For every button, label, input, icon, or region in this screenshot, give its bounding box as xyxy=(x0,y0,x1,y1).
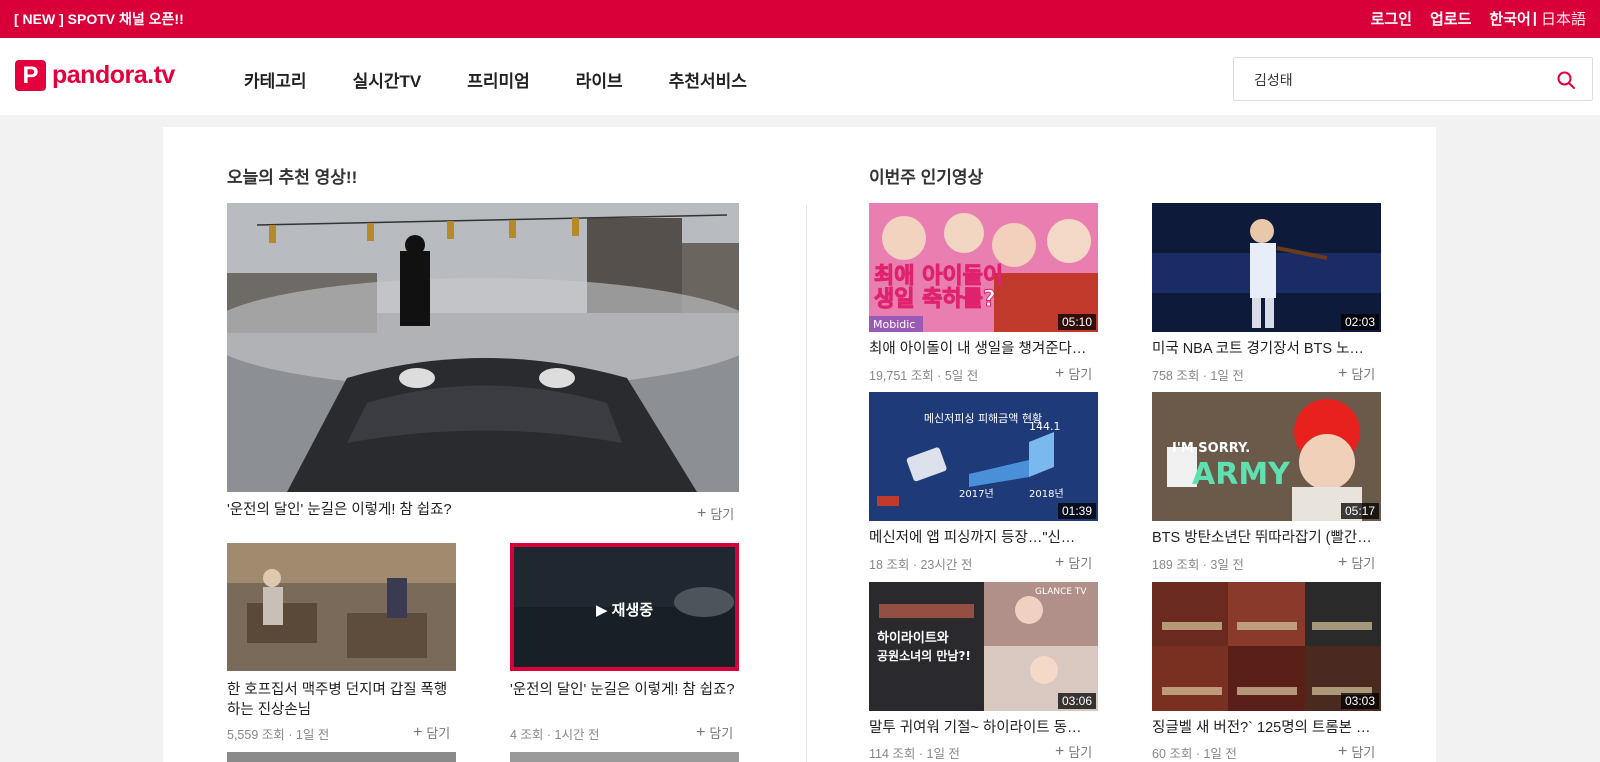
thumbnail-image xyxy=(1152,582,1381,711)
featured-title[interactable]: '운전의 달인' 눈길은 이렇게! 참 쉽죠? xyxy=(227,500,647,520)
thumbnail-caption: I'M SORRY. xyxy=(1172,441,1250,456)
featured-thumbnail[interactable] xyxy=(227,203,739,492)
save-button[interactable]: + 담기 xyxy=(1338,364,1375,383)
top-links: 로그인 업로드 한국어 | 日本語 xyxy=(1353,8,1586,29)
main-nav: 카테고리 실시간TV 프리미엄 라이브 추천서비스 xyxy=(244,67,793,92)
plus-icon: + xyxy=(1055,742,1065,760)
thumbnail-image xyxy=(1152,203,1381,332)
save-button[interactable]: + 담기 xyxy=(696,723,733,742)
plus-icon: + xyxy=(1338,742,1348,760)
search-input[interactable] xyxy=(1254,69,1544,91)
video-title[interactable]: 말투 귀여워 기절~ 하이라이트 동… xyxy=(869,718,1098,738)
nav-recommended-service[interactable]: 추천서비스 xyxy=(669,67,747,92)
video-meta: 758 조회 · 1일 전 xyxy=(1152,369,1244,383)
save-button[interactable]: + 담기 xyxy=(413,723,450,742)
thumbnail-caption: 하이라이트와 xyxy=(877,630,949,646)
video-meta: 18 조회 · 23시간 전 xyxy=(869,558,973,572)
thumbnail-brand: GLANCE TV xyxy=(1035,587,1087,597)
nav-category[interactable]: 카테고리 xyxy=(244,67,307,92)
recommended-title: 오늘의 추천 영상!! xyxy=(227,168,358,187)
plus-icon: + xyxy=(697,504,707,522)
thumbnail-caption: 생일 축하를? xyxy=(874,287,996,312)
search-box xyxy=(1233,57,1593,101)
save-button[interactable]: + 담기 xyxy=(1338,742,1375,761)
search-icon[interactable] xyxy=(1556,70,1576,90)
video-meta: 114 조회 · 1일 전 xyxy=(869,747,960,761)
video-meta: 60 조회 · 1일 전 xyxy=(1152,747,1237,761)
video-meta: 19,751 조회 · 5일 전 xyxy=(869,369,979,383)
plus-icon: + xyxy=(413,723,423,741)
nav-premium[interactable]: 프리미엄 xyxy=(467,67,530,92)
promo-link[interactable]: [ NEW ] SPOTV 채널 오픈!! xyxy=(14,9,184,29)
login-link[interactable]: 로그인 xyxy=(1371,8,1412,29)
video-thumbnail[interactable] xyxy=(227,752,456,762)
video-thumbnail[interactable]: 03:03 xyxy=(1152,582,1381,711)
thumbnail-image: GLANCE TV 하이라이트와 공원소녀의 만남?! xyxy=(869,582,1098,711)
featured-image xyxy=(227,203,739,492)
logo-icon: P xyxy=(15,60,46,91)
thumbnail-brand: Mobidic xyxy=(873,318,915,331)
nav-live[interactable]: 라이브 xyxy=(576,67,623,92)
popular-title: 이번주 인기영상 xyxy=(869,168,984,187)
video-thumbnail[interactable] xyxy=(510,752,739,762)
video-title[interactable]: 한 호프집서 맥주병 던지며 갑질 폭행하는 진상손님 xyxy=(227,680,456,720)
video-meta: 4 조회 · 1시간 전 xyxy=(510,728,600,742)
plus-icon: + xyxy=(1055,553,1065,571)
video-meta: 189 조회 · 3일 전 xyxy=(1152,558,1244,572)
thumbnail-caption: 최애 아이돌이 xyxy=(874,264,1003,289)
thumbnail-caption: 공원소녀의 만남?! xyxy=(877,648,971,663)
video-meta: 5,559 조회 · 1일 전 xyxy=(227,728,330,742)
now-playing-label: ▶ 재생중 xyxy=(595,602,654,619)
video-title[interactable]: BTS 방탄소년단 뛰따라잡기 (빨간… xyxy=(1152,528,1381,548)
lang-japanese[interactable]: 日本語 xyxy=(1541,8,1586,29)
duration-badge: 03:06 xyxy=(1057,693,1096,709)
save-button[interactable]: + 담기 xyxy=(1055,742,1092,761)
plus-icon: + xyxy=(1338,553,1348,571)
video-title[interactable]: 메신저에 앱 피싱까지 등장…"신… xyxy=(869,528,1098,548)
video-thumbnail[interactable]: GLANCE TV 하이라이트와 공원소녀의 만남?! 03:06 xyxy=(869,582,1098,711)
video-title[interactable]: 최애 아이돌이 내 생일을 챙겨준다… xyxy=(869,339,1098,359)
logo-text: pandora.tv xyxy=(52,61,175,89)
thumbnail-caption: 2017년 xyxy=(959,488,994,500)
video-thumbnail[interactable]: I'M SORRY. ARMY 05:17 xyxy=(1152,392,1381,521)
video-title[interactable]: 징글벨 새 버전?` 125명의 트롬본 … xyxy=(1152,718,1381,738)
nav-live-tv[interactable]: 실시간TV xyxy=(353,67,422,92)
featured-save-button[interactable]: + 담기 xyxy=(697,504,734,523)
duration-badge: 05:17 xyxy=(1340,503,1379,519)
thumbnail-caption: 144.1 xyxy=(1029,420,1061,433)
top-banner: [ NEW ] SPOTV 채널 오픈!! 로그인 업로드 한국어 | 日本語 xyxy=(0,0,1600,38)
duration-badge: 05:10 xyxy=(1057,314,1096,330)
thumbnail-caption: 메신저피싱 피해금액 현황 xyxy=(924,411,1042,425)
thumbnail-caption: 2018년 xyxy=(1029,488,1064,500)
save-button[interactable]: + 담기 xyxy=(1055,364,1092,383)
column-divider xyxy=(806,205,807,762)
thumbnail-image xyxy=(227,543,456,671)
site-header: P pandora.tv 카테고리 실시간TV 프리미엄 라이브 추천서비스 xyxy=(0,38,1600,115)
save-button[interactable]: + 담기 xyxy=(1338,553,1375,572)
video-thumbnail[interactable]: 메신저피싱 피해금액 현황 2017년 2018년 144.1 01:39 xyxy=(869,392,1098,521)
plus-icon: + xyxy=(1055,364,1065,382)
lang-korean[interactable]: 한국어 xyxy=(1489,8,1530,29)
video-title[interactable]: '운전의 달인' 눈길은 이렇게! 참 쉽죠? xyxy=(510,680,739,700)
video-thumbnail[interactable]: 최애 아이돌이 생일 축하를? Mobidic 05:10 xyxy=(869,203,1098,332)
duration-badge: 02:03 xyxy=(1340,314,1379,330)
duration-badge: 01:39 xyxy=(1057,503,1096,519)
upload-link[interactable]: 업로드 xyxy=(1430,8,1471,29)
video-thumbnail[interactable] xyxy=(227,543,456,671)
site-logo[interactable]: P pandora.tv xyxy=(15,60,175,91)
thumbnail-caption: ARMY xyxy=(1192,457,1291,492)
save-button[interactable]: + 담기 xyxy=(1055,553,1092,572)
lang-separator: | xyxy=(1532,10,1537,27)
thumbnail-image: 메신저피싱 피해금액 현황 2017년 2018년 144.1 xyxy=(869,392,1098,521)
plus-icon: + xyxy=(1338,364,1348,382)
now-playing-thumbnail[interactable]: ▶ 재생중 xyxy=(510,543,739,671)
video-title[interactable]: 미국 NBA 코트 경기장서 BTS 노… xyxy=(1152,339,1381,359)
thumbnail-image: I'M SORRY. ARMY xyxy=(1152,392,1381,521)
plus-icon: + xyxy=(696,723,706,741)
duration-badge: 03:03 xyxy=(1340,693,1379,709)
thumbnail-image: 최애 아이돌이 생일 축하를? Mobidic xyxy=(869,203,1098,332)
video-thumbnail[interactable]: 02:03 xyxy=(1152,203,1381,332)
